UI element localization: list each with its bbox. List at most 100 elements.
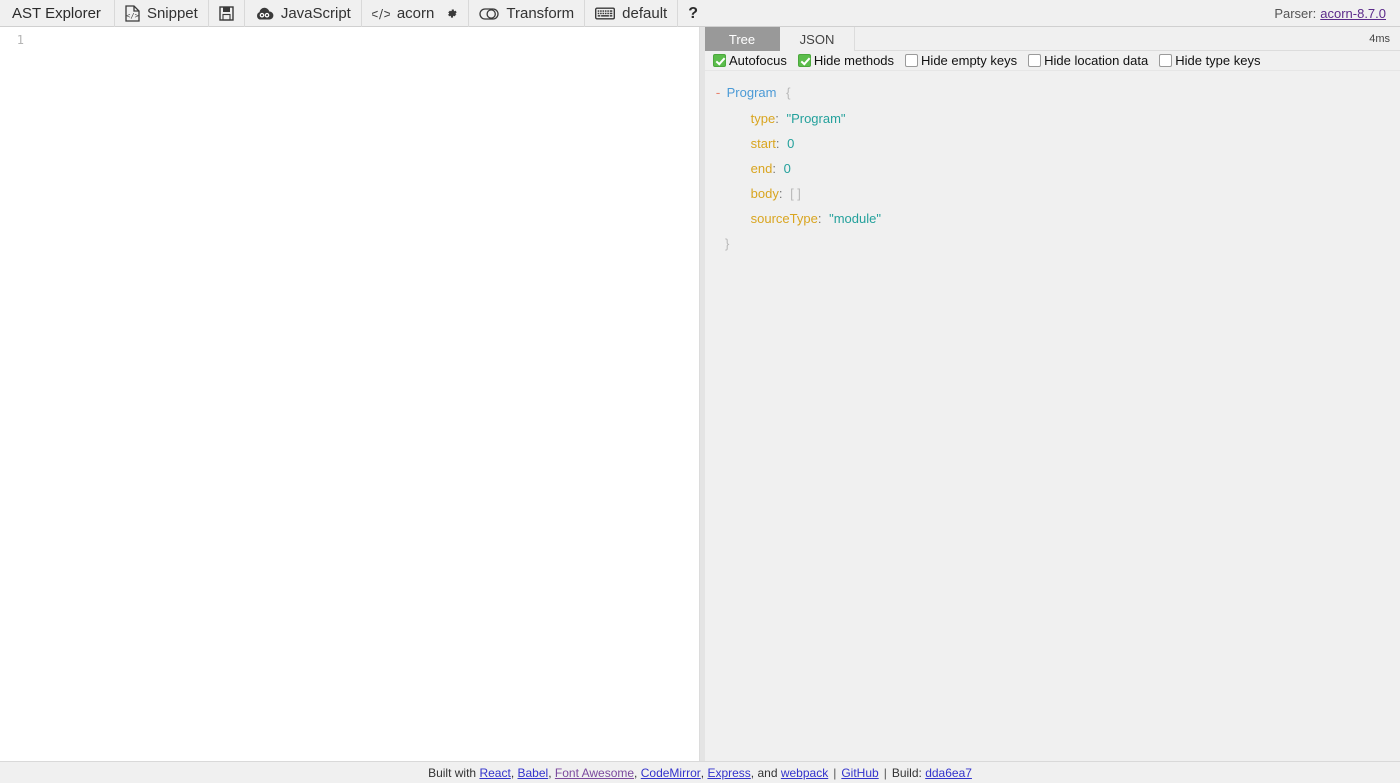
comma: ,	[700, 765, 705, 780]
footer-separator: |	[883, 765, 887, 780]
gear-icon[interactable]	[445, 7, 458, 20]
ast-node-name[interactable]: Program	[727, 85, 777, 100]
language-selector[interactable]: JavaScript	[245, 0, 362, 27]
ast-tree-view[interactable]: - Program { type: "Program" start: 0 end…	[705, 72, 1400, 761]
top-toolbar: AST Explorer </> Snippet JavaScript </> …	[0, 0, 1400, 27]
keyboard-icon	[595, 7, 616, 20]
property-key: type	[750, 111, 776, 126]
hide-methods-label: Hide methods	[813, 53, 895, 68]
toggle-switch-icon	[479, 7, 500, 21]
built-with-label: Built with	[428, 765, 477, 780]
code-editor-pane[interactable]: 1	[0, 27, 700, 761]
property-colon: :	[778, 186, 783, 201]
comma: ,	[548, 765, 552, 780]
tab-json-label: JSON	[799, 31, 835, 47]
property-value: 0	[783, 161, 791, 176]
property-key: start	[750, 136, 776, 151]
property-value: "Program"	[786, 111, 846, 126]
file-code-icon: </>	[125, 5, 140, 22]
code-input-area[interactable]	[32, 31, 699, 761]
tab-json[interactable]: JSON	[780, 27, 855, 51]
autofocus-checkbox[interactable]	[713, 54, 726, 67]
parse-timing: 4ms	[1369, 32, 1390, 45]
link-build-hash[interactable]: dda6ea7	[925, 766, 972, 780]
javascript-cloud-icon	[255, 7, 274, 21]
keymap-label: default	[622, 5, 668, 22]
editor-gutter: 1	[0, 27, 32, 761]
parser-prefix-label: Parser:	[1274, 5, 1317, 21]
page-footer: Built with React, Babel, Font Awesome, C…	[0, 761, 1400, 783]
property-value: "module"	[829, 211, 881, 226]
ast-property-row: start: 0	[713, 131, 1400, 156]
question-mark-icon: ?	[688, 4, 698, 22]
tab-tree[interactable]: Tree	[705, 27, 780, 51]
property-key: end	[750, 161, 773, 176]
app-title-label: AST Explorer	[12, 5, 101, 22]
hide-methods-checkbox[interactable]	[797, 54, 811, 67]
hide-empty-keys-checkbox[interactable]	[905, 54, 919, 67]
hide-type-keys-checkbox[interactable]	[1159, 54, 1173, 67]
language-label: JavaScript	[280, 5, 351, 22]
hide-location-data-label: Hide location data	[1044, 53, 1149, 68]
comma: ,	[634, 765, 638, 780]
footer-separator: |	[833, 765, 837, 780]
open-brace: {	[786, 85, 791, 100]
line-number: 1	[16, 33, 24, 47]
hide-type-keys-label: Hide type keys	[1175, 53, 1261, 68]
ast-root-line: - Program {	[713, 80, 1400, 106]
ast-property-row: end: 0	[713, 156, 1400, 181]
setting-hide-location-data[interactable]: Hide location data	[1028, 54, 1148, 67]
ast-close-line: }	[713, 231, 1400, 256]
close-brace: }	[725, 236, 730, 251]
code-brackets-icon: </>	[372, 7, 390, 21]
collapse-toggle-icon[interactable]: -	[713, 81, 723, 106]
link-webpack[interactable]: webpack	[781, 766, 828, 780]
property-colon: :	[817, 211, 822, 226]
keymap-selector[interactable]: default	[585, 0, 679, 27]
link-babel[interactable]: Babel	[518, 766, 549, 780]
tree-settings-bar: Autofocus Hide methods Hide empty keys H…	[705, 51, 1400, 71]
hide-location-data-checkbox[interactable]	[1028, 54, 1042, 67]
property-colon: :	[775, 136, 780, 151]
svg-text:</>: </>	[126, 12, 139, 20]
link-codemirror[interactable]: CodeMirror	[641, 766, 701, 780]
parser-selector[interactable]: </> acorn	[362, 0, 470, 27]
transform-label: Transform	[506, 5, 575, 22]
result-tabbar: Tree JSON 4ms	[705, 27, 1400, 51]
autofocus-label: Autofocus	[729, 53, 787, 68]
property-key: sourceType	[750, 211, 818, 226]
property-value: 0	[787, 136, 795, 151]
and-label: , and	[750, 765, 778, 780]
parser-version-link[interactable]: acorn-8.7.0	[1320, 6, 1386, 21]
link-react[interactable]: React	[479, 766, 510, 780]
setting-hide-methods[interactable]: Hide methods	[797, 53, 895, 68]
link-express[interactable]: Express	[707, 766, 750, 780]
property-key: body	[750, 186, 779, 201]
setting-hide-empty-keys[interactable]: Hide empty keys	[905, 54, 1017, 67]
setting-autofocus[interactable]: Autofocus	[713, 54, 787, 67]
text-caret	[33, 31, 34, 48]
property-value: [ ]	[790, 186, 801, 201]
link-github[interactable]: GitHub	[841, 766, 878, 780]
comma: ,	[510, 765, 515, 780]
ast-property-row: body: [ ]	[713, 181, 1400, 206]
snippet-menu-button[interactable]: </> Snippet	[115, 0, 209, 27]
transform-selector[interactable]: Transform	[469, 0, 586, 27]
floppy-save-icon	[219, 6, 234, 21]
parser-version-info: Parser: acorn-8.7.0	[1260, 0, 1400, 26]
ast-result-pane: Tree JSON 4ms Autofocus Hide methods Hid…	[705, 27, 1400, 761]
help-button[interactable]: ?	[678, 0, 708, 27]
save-snippet-button[interactable]	[209, 0, 245, 27]
svg-text:</>: </>	[372, 7, 390, 21]
ast-property-row: type: "Program"	[713, 106, 1400, 131]
link-font-awesome[interactable]: Font Awesome	[555, 766, 634, 780]
build-prefix-label: Build:	[891, 765, 922, 780]
property-colon: :	[775, 111, 779, 126]
app-title: AST Explorer	[0, 0, 115, 27]
hide-empty-keys-label: Hide empty keys	[921, 53, 1018, 68]
snippet-label: Snippet	[146, 5, 198, 22]
setting-hide-type-keys[interactable]: Hide type keys	[1159, 54, 1260, 67]
parser-name-label: acorn	[396, 5, 435, 22]
property-colon: :	[772, 161, 776, 176]
tab-tree-label: Tree	[728, 31, 756, 47]
